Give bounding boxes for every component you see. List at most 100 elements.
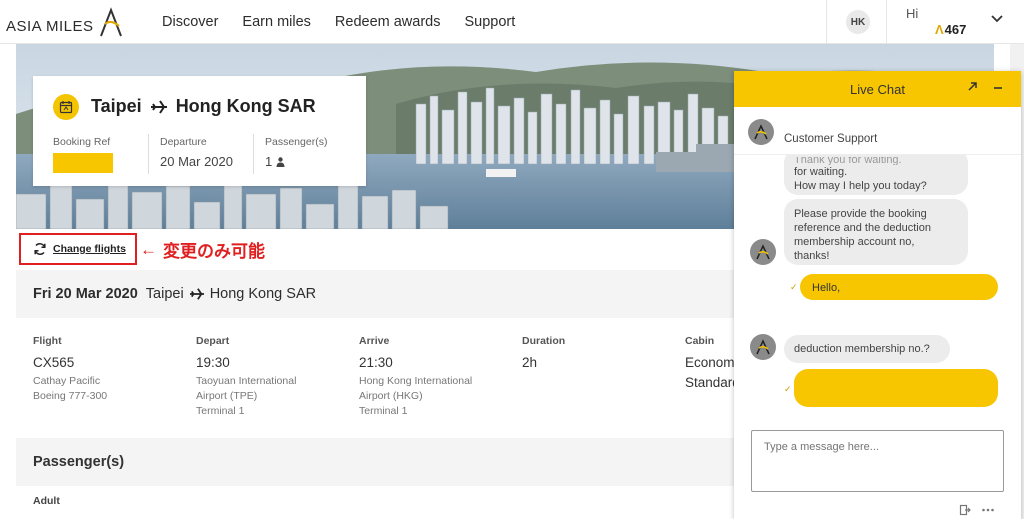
logo-text: ASIA MILES [6,17,94,35]
user-greeting: Hi [906,6,919,21]
booking-ref-redacted [53,153,113,173]
booking-ref-label: Booking Ref [53,136,111,148]
main-nav: Discover Earn miles Redeem awards Suppor… [162,0,539,44]
depart-airport: Taoyuan International Airport (TPE) Term… [196,374,296,419]
arrive-column: Arrive 21:30 Hong Kong International Air… [359,335,472,419]
card-divider [148,134,149,174]
flight-destination: Hong Kong SAR [209,286,317,302]
cabin-class-line2: Standard [685,375,740,390]
chevron-down-icon[interactable] [990,12,1004,26]
user-message: Hello, [800,274,998,300]
booking-summary-card: Taipei Hong Kong SAR Booking Ref Departu… [33,76,366,186]
depart-column: Depart 19:30 Taoyuan International Airpo… [196,335,296,419]
message-line: thanks! [794,250,830,262]
duration-label: Duration [522,335,566,347]
language-selector[interactable]: HK [846,10,870,34]
sent-check-icon: ✓ [790,282,798,292]
annotation-arrow: ← [140,239,157,259]
card-divider [253,134,254,174]
agent-message: Please provide the booking reference and… [784,199,968,265]
arrive-airport-line1: Hong Kong International [359,375,473,387]
arrive-time: 21:30 [359,355,393,370]
plane-icon [189,288,204,300]
asia-miles-logo-icon [99,7,122,37]
message-line: How may I help you today? [794,180,927,192]
agent-message: Thank you for waiting. for waiting. How … [784,155,968,195]
change-flights-button[interactable]: Change flights [19,233,137,265]
message-line: Please provide the booking [794,208,927,220]
annotation-text: 変更のみ可能 [163,242,265,261]
chat-agent-bar: Customer Support [734,107,1021,155]
annotation-change-only: ← 変更のみ可能 [140,237,265,262]
cabin-column: Cabin Econom Standard [685,335,740,390]
message-partial-line: Thank you for waiting. [794,157,902,165]
flight-date: Fri 20 Mar 2020 [33,286,138,302]
flight-origin: Taipei [145,286,184,302]
asia-miles-avatar-icon [756,244,770,260]
arrive-label: Arrive [359,335,390,347]
miles-value: 467 [944,22,967,37]
flight-airline: Cathay Pacific Boeing 777-300 [33,374,107,404]
arrive-airport: Hong Kong International Airport (HKG) Te… [359,374,472,419]
depart-terminal: Terminal 1 [196,405,245,417]
more-options-icon[interactable] [981,504,995,516]
depart-airport-line2: Airport (TPE) [196,390,258,402]
booking-ref: Booking Ref [53,136,113,173]
cabin-class-line1: Econom [685,355,735,370]
asia-miles-avatar-icon [756,339,770,355]
nav-discover[interactable]: Discover [162,14,218,30]
chat-message-input[interactable] [751,430,1004,492]
refresh-icon [34,243,46,255]
end-chat-icon[interactable] [959,504,971,516]
flight-column: Flight CX565 Cathay Pacific Boeing 777-3… [33,335,107,404]
agent-message: deduction membership no.? [784,335,950,363]
message-line: for waiting. [794,166,848,178]
depart-time: 19:30 [196,355,230,370]
origin-city: Taipei [91,96,142,116]
passengers-label: Passenger(s) [265,136,328,148]
passengers-info: Passenger(s) 1 [265,136,327,169]
person-icon [276,156,285,167]
adult-label: Adult [33,495,60,507]
booking-route: Taipei Hong Kong SAR [91,96,316,117]
departure-label: Departure [160,136,207,148]
change-flights-label: Change flights [53,243,126,255]
sent-check-icon: ✓ [784,384,792,394]
calendar-icon [53,94,79,120]
agent-avatar [750,239,776,265]
chat-messages: Thank you for waiting. for waiting. How … [734,155,1021,425]
header-divider [826,0,827,44]
nav-support[interactable]: Support [464,14,515,30]
popout-icon[interactable] [966,81,978,93]
departure-info: Departure 20 Mar 2020 [160,136,233,169]
depart-label: Depart [196,335,230,347]
agent-name: Customer Support [784,133,878,145]
depart-airport-line1: Taoyuan International [196,375,297,387]
top-navigation-bar: ASIA MILES Discover Earn miles Redeem aw… [0,0,1024,44]
flight-label: Flight [33,335,62,347]
message-line: reference and the deduction [794,222,931,234]
live-chat-title: Live Chat [850,81,905,97]
duration-column: Duration 2h [522,335,565,370]
departure-value: 20 Mar 2020 [160,154,233,169]
minimize-icon[interactable] [992,82,1004,94]
plane-icon [150,99,167,114]
nav-redeem-awards[interactable]: Redeem awards [335,14,441,30]
asia-miles-logo[interactable]: ASIA MILES [6,6,124,38]
aircraft-type: Boeing 777-300 [33,390,108,402]
agent-avatar [748,119,774,145]
user-message-redacted [794,369,998,407]
arrive-airport-line2: Airport (HKG) [359,390,423,402]
cabin-label: Cabin [685,335,715,347]
chat-footer [959,504,995,516]
miles-icon: Λ [935,22,944,37]
agent-avatar [750,334,776,360]
nav-earn-miles[interactable]: Earn miles [242,14,311,30]
live-chat-window: Live Chat Customer Support Thank you for… [734,71,1021,519]
miles-balance: Λ467 [935,22,966,37]
airline-name: Cathay Pacific [33,375,101,387]
message-line: membership account no, [794,236,915,248]
duration-value: 2h [522,355,538,370]
header-divider [886,0,887,44]
flight-number: CX565 [33,355,75,370]
